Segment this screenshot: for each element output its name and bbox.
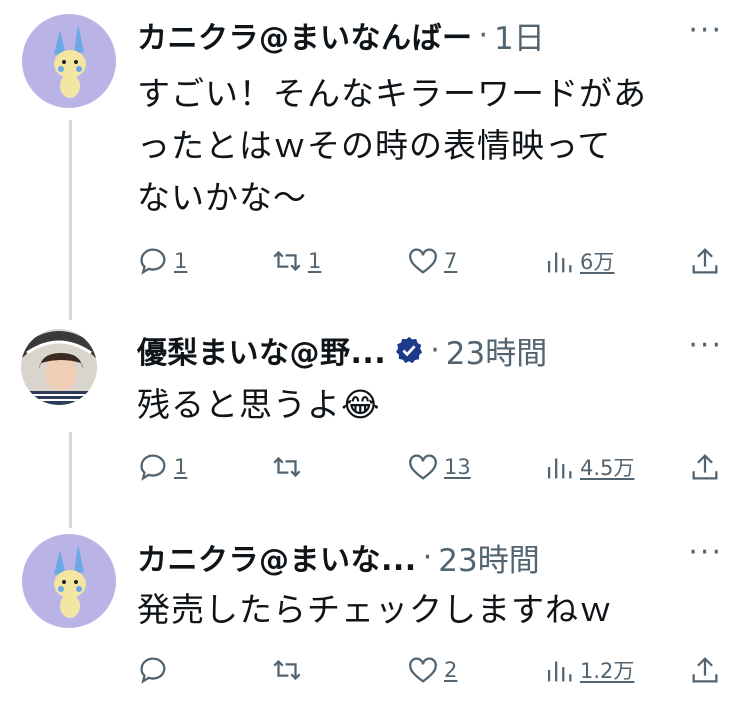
more-icon[interactable]: ··· — [688, 16, 723, 46]
avatar[interactable] — [21, 329, 97, 405]
views-button[interactable]: 1.2万 — [542, 653, 634, 687]
verified-badge-icon — [396, 336, 423, 364]
views-button[interactable]: 4.5万 — [542, 450, 634, 484]
reply-button[interactable]: 1 — [136, 450, 187, 484]
more-icon[interactable]: ··· — [688, 538, 723, 568]
share-icon — [692, 248, 718, 274]
timestamp[interactable]: 1日 — [494, 13, 545, 58]
reply-button[interactable]: 1 — [136, 244, 187, 278]
separator: · — [430, 332, 440, 368]
tweet-text: 残ると思うよ😂 — [137, 385, 381, 424]
minun-avatar-icon — [22, 14, 116, 108]
tweet-text: 発売したらチェックしますねｗ — [137, 590, 613, 629]
reply-icon — [140, 657, 166, 684]
tweet[interactable]: 優梨まいな@野... · 23時間 ··· 残ると思うよ😂 1 13 4.5万 — [0, 315, 749, 505]
retweet-button[interactable]: 1 — [270, 244, 321, 278]
avatar[interactable] — [22, 534, 116, 628]
tweet[interactable]: カニクラ@まいなんばー · 1日 ··· すごい！そんなキラーワードがあ ったと… — [0, 0, 749, 305]
tweet[interactable]: カニクラ@まいな... · 23時間 ··· 発売したらチェックしますねｗ 2 … — [0, 522, 749, 709]
display-name[interactable]: 優梨まいな@野... — [137, 328, 386, 372]
share-icon — [692, 657, 718, 683]
retweet-button[interactable] — [270, 450, 308, 484]
like-button[interactable]: 13 — [406, 450, 471, 484]
retweet-button[interactable] — [270, 653, 308, 687]
tweet-header: カニクラ@まいなんばー · 1日 — [137, 10, 545, 60]
avatar[interactable] — [22, 14, 116, 108]
minun-avatar-icon — [22, 534, 116, 628]
heart-icon — [409, 657, 437, 683]
display-name[interactable]: カニクラ@まいなんばー — [137, 13, 473, 57]
heart-icon — [409, 248, 437, 274]
separator: · — [478, 17, 489, 53]
heart-icon — [409, 454, 437, 480]
action-bar: 1 13 4.5万 — [136, 450, 726, 484]
user-photo-icon — [21, 329, 97, 405]
reply-icon — [140, 248, 166, 275]
views-icon — [547, 661, 572, 682]
tweet-header: カニクラ@まいな... · 23時間 — [137, 532, 540, 582]
timestamp[interactable]: 23時間 — [446, 328, 547, 373]
retweet-icon — [273, 250, 301, 272]
reply-icon — [140, 454, 166, 481]
like-button[interactable]: 2 — [406, 653, 457, 687]
views-icon — [547, 252, 572, 273]
share-button[interactable] — [688, 653, 722, 687]
share-icon — [692, 454, 718, 480]
retweet-icon — [273, 659, 301, 681]
timestamp[interactable]: 23時間 — [438, 535, 539, 580]
views-button[interactable]: 6万 — [542, 244, 614, 278]
share-button[interactable] — [688, 450, 722, 484]
tweet-header: 優梨まいな@野... · 23時間 — [137, 325, 547, 375]
action-bar: 1 1 7 6万 — [136, 244, 726, 278]
tweet-text: すごい！そんなキラーワードがあ ったとはｗその時の表情映って ないかな～ — [137, 74, 647, 217]
views-icon — [547, 458, 572, 479]
reply-button[interactable] — [136, 653, 174, 687]
action-bar: 2 1.2万 — [136, 653, 726, 687]
share-button[interactable] — [688, 244, 722, 278]
like-button[interactable]: 7 — [406, 244, 457, 278]
more-icon[interactable]: ··· — [688, 331, 723, 361]
separator: · — [422, 539, 433, 575]
retweet-icon — [273, 456, 301, 478]
display-name[interactable]: カニクラ@まいな... — [137, 535, 417, 579]
